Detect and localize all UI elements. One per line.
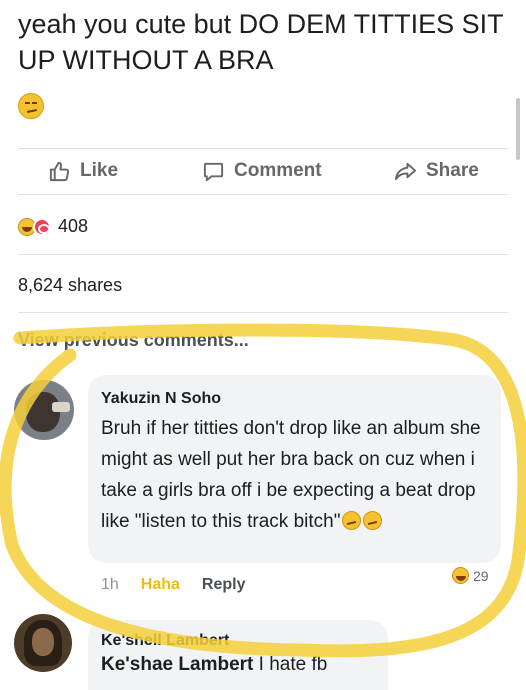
haha-reaction-button[interactable]: Haha: [141, 576, 180, 594]
like-button[interactable]: Like: [48, 150, 118, 192]
share-label: Share: [426, 160, 479, 181]
comment-meta: 1h Haha Reply: [101, 576, 246, 594]
comment-text: Ke'shae Lambert I hate fb: [101, 654, 327, 676]
divider-shares: [18, 312, 508, 313]
share-arrow-icon: [394, 162, 417, 180]
haha-icon: [452, 567, 469, 584]
smirk-emoji-icon: [342, 511, 362, 530]
avatar[interactable]: [14, 380, 74, 440]
comment-author[interactable]: Yakuzin N Soho: [101, 390, 221, 408]
view-previous-comments-link[interactable]: View previous comments...: [18, 330, 249, 351]
smirk-emoji-icon: [18, 93, 44, 119]
mention-link[interactable]: Ke'shae Lambert: [101, 654, 253, 675]
divider-top: [18, 148, 508, 149]
comment-label: Comment: [234, 160, 322, 181]
share-button[interactable]: Share: [394, 150, 479, 192]
comment-bubble-icon: [203, 162, 224, 181]
love-icon: [33, 217, 51, 236]
avatar[interactable]: [14, 614, 72, 672]
comment-author[interactable]: Ke'shell Lambert: [101, 632, 229, 650]
comment-body: Bruh if her titties don't drop like an a…: [101, 418, 481, 532]
comment-button[interactable]: Comment: [202, 150, 322, 192]
like-label: Like: [80, 160, 119, 181]
comment-reaction-count: 29: [473, 567, 489, 584]
reaction-summary[interactable]: 408: [18, 216, 88, 237]
thumbs-up-icon: [49, 161, 70, 181]
comment-reaction-badge[interactable]: 29: [452, 567, 489, 584]
comment-body: I hate fb: [253, 654, 328, 675]
smirk-emoji-icon: [363, 511, 383, 530]
post-text: yeah you cute but DO DEM TITTIES SIT UP …: [18, 9, 504, 75]
comment-text: Bruh if her titties don't drop like an a…: [101, 413, 496, 537]
post-action-bar: Like Comment Share: [0, 150, 526, 192]
reaction-count: 408: [58, 216, 89, 236]
divider-reactions: [18, 254, 508, 255]
divider-actions: [18, 194, 508, 195]
reply-button[interactable]: Reply: [202, 576, 246, 594]
comment-timestamp[interactable]: 1h: [101, 576, 119, 594]
share-count[interactable]: 8,624 shares: [18, 275, 122, 296]
